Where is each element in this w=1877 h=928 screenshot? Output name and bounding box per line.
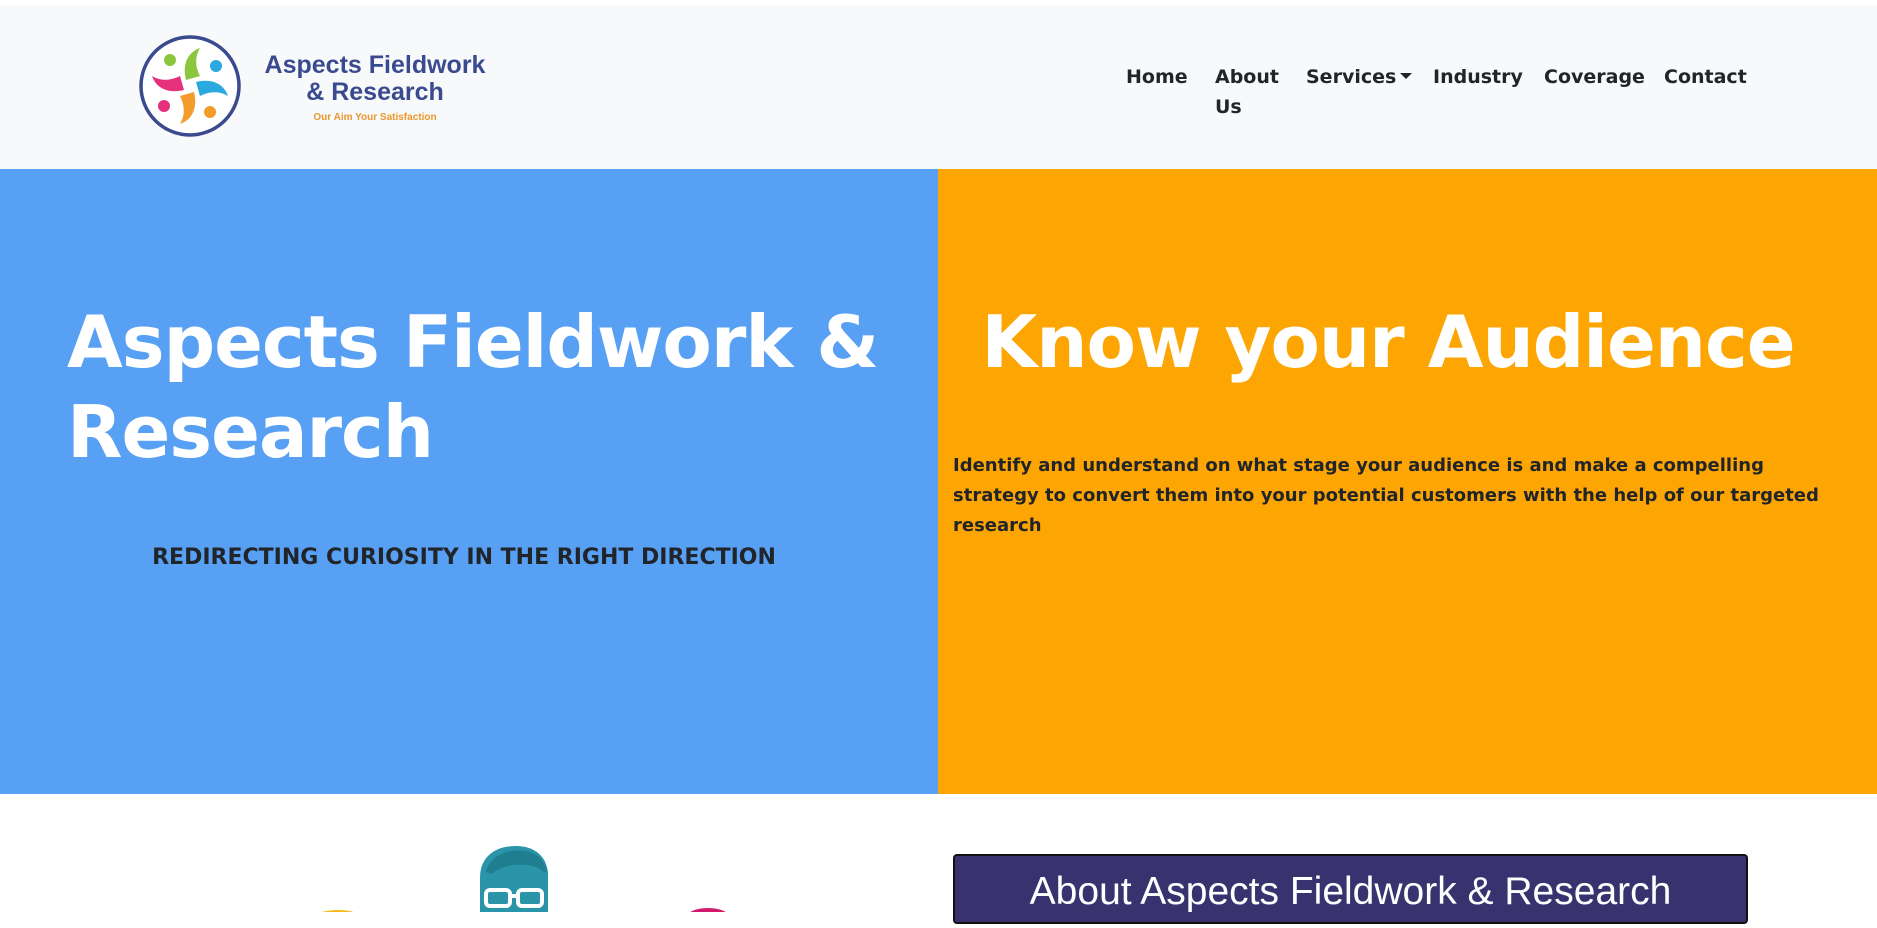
hero-right-title: Know your Audience <box>981 300 1795 384</box>
nav-services-label: Services <box>1306 66 1397 88</box>
nav-coverage[interactable]: Coverage <box>1544 62 1645 92</box>
nav-contact[interactable]: Contact <box>1664 62 1747 92</box>
main-nav: Home About Us Services Industry Coverage… <box>0 62 1877 122</box>
hero-left-panel: Aspects Fieldwork & Research REDIRECTING… <box>0 169 938 794</box>
hero-left-subtitle: REDIRECTING CURIOSITY IN THE RIGHT DIREC… <box>152 545 776 570</box>
hero-left-title: Aspects Fieldwork & Research <box>67 300 879 474</box>
hero-right-panel: Know your Audience Identify and understa… <box>938 169 1877 794</box>
person-with-glasses-illustration <box>290 842 750 912</box>
navbar: Aspects Fieldwork & Research Our Aim You… <box>0 6 1877 169</box>
nav-industry[interactable]: Industry <box>1433 62 1523 92</box>
nav-about-us[interactable]: About Us <box>1215 62 1281 122</box>
nav-services[interactable]: Services <box>1306 62 1413 92</box>
nav-home[interactable]: Home <box>1126 62 1188 92</box>
about-heading-box: About Aspects Fieldwork & Research <box>953 854 1748 924</box>
dropdown-caret-icon <box>1400 72 1413 79</box>
hero-right-text: Identify and understand on what stage yo… <box>953 455 1819 536</box>
